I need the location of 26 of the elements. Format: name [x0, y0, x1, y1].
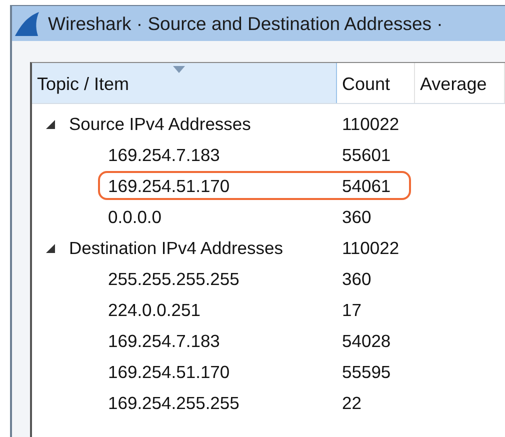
row-label: 169.254.51.170 [108, 362, 230, 383]
column-header[interactable]: Topic / Item [32, 63, 337, 103]
group-label: Source IPv4 Addresses [69, 114, 251, 135]
row-label: 0.0.0.0 [108, 207, 162, 228]
row-label: 224.0.0.251 [108, 300, 200, 321]
row-label: 255.255.255.255 [108, 269, 240, 290]
shark-fin-icon [14, 10, 40, 36]
row-count: 360 [341, 207, 372, 228]
row-label: 169.254.7.183 [108, 331, 220, 352]
row-count: 360 [341, 269, 372, 290]
row-count: 110022 [341, 114, 400, 135]
collapse-arrow-icon[interactable] [46, 244, 55, 253]
row-count: 55595 [341, 362, 391, 383]
row-count: 54028 [341, 331, 391, 352]
row-count: 110022 [341, 238, 400, 259]
row-label: 169.254.255.255 [108, 393, 240, 414]
collapse-arrow-icon[interactable] [46, 120, 55, 129]
sort-arrow-icon [173, 66, 185, 73]
row-count: 22 [341, 393, 362, 414]
row-count: 54061 [341, 176, 391, 197]
row-count: 55601 [341, 145, 391, 166]
row-label: 169.254.51.170 [108, 176, 230, 197]
row-count: 17 [341, 300, 362, 321]
window-title: Wireshark · Source and Destination Addresses · [48, 12, 443, 34]
group-label: Destination IPv4 Addresses [69, 238, 284, 259]
row-label: 169.254.7.183 [108, 145, 220, 166]
